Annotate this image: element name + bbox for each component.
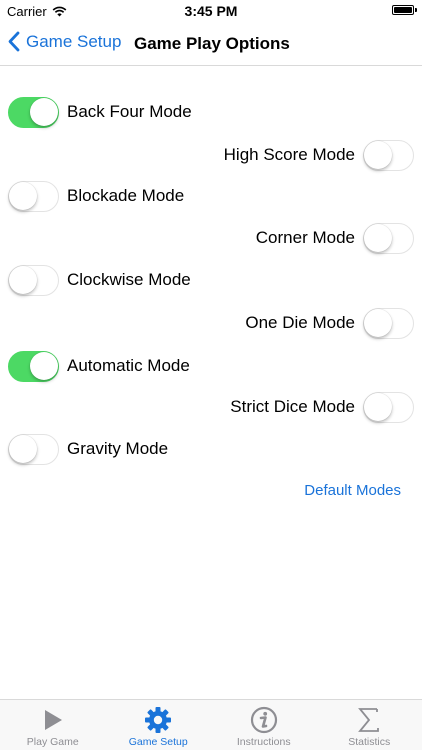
option-strict-dice-mode: Strict Dice Mode	[230, 389, 414, 425]
tab-instructions[interactable]: Instructions	[211, 700, 317, 750]
option-label: Back Four Mode	[67, 102, 192, 121]
toggle-knob	[9, 265, 37, 294]
option-label: Blockade Mode	[67, 186, 185, 205]
option-clockwise-mode: Clockwise Mode	[8, 262, 191, 298]
corner-mode-toggle[interactable]	[363, 222, 414, 254]
strict-dice-mode-toggle[interactable]	[363, 391, 414, 423]
toggle-knob	[364, 223, 392, 252]
option-high-score-mode: High Score Mode	[224, 137, 414, 173]
tab-bar: Play Game Game Setup Instructions Statis…	[0, 699, 422, 750]
info-icon	[250, 706, 277, 734]
option-one-die-mode: One Die Mode	[245, 305, 414, 341]
battery-level	[394, 7, 412, 13]
back-button-label: Game Setup	[26, 31, 122, 51]
tab-label: Game Setup	[128, 736, 188, 748]
play-icon	[44, 710, 62, 730]
navigation-bar: Game Setup Game Play Options	[0, 22, 422, 66]
tab-statistics[interactable]: Statistics	[317, 700, 422, 750]
automatic-mode-toggle[interactable]	[8, 350, 59, 382]
chevron-left-icon	[8, 31, 20, 52]
option-back-four-mode: Back Four Mode	[8, 94, 192, 130]
blockade-mode-toggle[interactable]	[8, 180, 59, 212]
clockwise-mode-toggle[interactable]	[8, 264, 59, 296]
toggle-knob	[9, 434, 37, 463]
gravity-mode-toggle[interactable]	[8, 433, 59, 465]
back-four-mode-toggle[interactable]	[8, 96, 59, 128]
option-gravity-mode: Gravity Mode	[8, 431, 168, 467]
tab-label: Statistics	[348, 736, 391, 748]
tab-label: Play Game	[26, 736, 79, 748]
toggle-knob	[30, 97, 58, 126]
status-time: 3:45 PM	[184, 3, 238, 19]
toggle-knob	[364, 140, 392, 169]
option-label: One Die Mode	[245, 313, 355, 332]
option-corner-mode: Corner Mode	[256, 220, 414, 256]
option-label: Clockwise Mode	[67, 270, 191, 289]
option-blockade-mode: Blockade Mode	[8, 178, 184, 214]
option-label: Automatic Mode	[67, 356, 190, 375]
toggle-knob	[364, 308, 392, 337]
sigma-icon	[358, 708, 380, 732]
toggle-knob	[364, 392, 392, 421]
tab-label: Instructions	[236, 736, 291, 748]
status-bar: Carrier 3:45 PM	[0, 0, 422, 22]
tab-game-setup[interactable]: Game Setup	[106, 700, 212, 750]
tab-play-game[interactable]: Play Game	[0, 700, 106, 750]
option-label: Gravity Mode	[67, 439, 169, 458]
option-label: Strict Dice Mode	[230, 397, 355, 416]
toggle-knob	[30, 351, 58, 380]
one-die-mode-toggle[interactable]	[363, 307, 414, 339]
option-automatic-mode: Automatic Mode	[8, 348, 190, 384]
gear-icon	[145, 707, 172, 733]
battery-icon	[392, 5, 417, 15]
option-label: High Score Mode	[223, 145, 355, 164]
high-score-mode-toggle[interactable]	[363, 139, 414, 171]
page-title: Game Play Options	[134, 34, 290, 53]
default-modes-button[interactable]: Default Modes	[304, 482, 401, 499]
toggle-knob	[9, 181, 37, 210]
option-label: Corner Mode	[255, 228, 355, 247]
back-button[interactable]: Game Setup	[8, 31, 121, 52]
